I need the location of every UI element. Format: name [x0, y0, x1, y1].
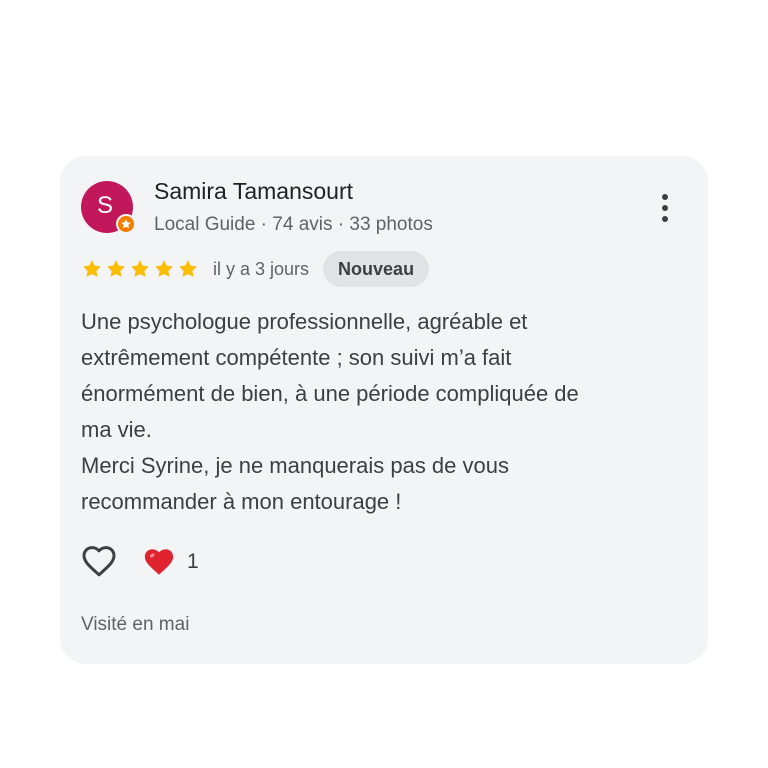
reviewer-name[interactable]: Samira Tamansourt — [154, 178, 353, 205]
star-icon — [179, 260, 197, 277]
review-line: Une psychologue professionnelle, agréabl… — [81, 309, 528, 334]
visited-date: Visité en mai — [81, 614, 190, 635]
star-icon — [83, 260, 101, 277]
star-icon — [131, 260, 149, 277]
heart-reaction[interactable]: 1 — [142, 545, 199, 579]
reviewer-avatar[interactable]: S — [81, 181, 136, 234]
review-line: recommander à mon entourage ! — [81, 489, 402, 514]
like-button[interactable] — [79, 541, 119, 581]
review-line: extrêmement compétente ; son suivi m’a f… — [81, 345, 512, 370]
more-options-button[interactable] — [650, 188, 680, 228]
more-vert-icon-dot — [662, 194, 668, 200]
more-vert-icon-dot — [662, 216, 668, 222]
avatar-letter: S — [96, 192, 113, 219]
star-icon — [107, 260, 125, 277]
review-line: Merci Syrine, je ne manquerais pas de vo… — [81, 453, 509, 478]
red-heart-icon — [144, 549, 174, 575]
review-time: il y a 3 jours — [213, 258, 310, 279]
star-icon — [155, 260, 173, 277]
review-line: énormément de bien, à une période compli… — [81, 381, 579, 406]
review-line: ma vie. — [81, 417, 152, 442]
reviewer-meta: Local Guide · 74 avis · 33 photos — [154, 214, 433, 235]
heart-outline-icon — [82, 546, 116, 577]
more-vert-icon-dot — [662, 205, 668, 211]
review-card: S Samira Tamansourt Local Guide · 74 avi… — [60, 156, 708, 664]
new-badge: Nouveau — [323, 251, 430, 287]
review-text: Une psychologue professionnelle, agréabl… — [81, 304, 681, 520]
star-rating — [81, 258, 199, 280]
reaction-count: 1 — [187, 550, 199, 573]
rating-row: il y a 3 jours Nouveau — [81, 251, 430, 287]
local-guide-star-icon — [116, 214, 136, 234]
